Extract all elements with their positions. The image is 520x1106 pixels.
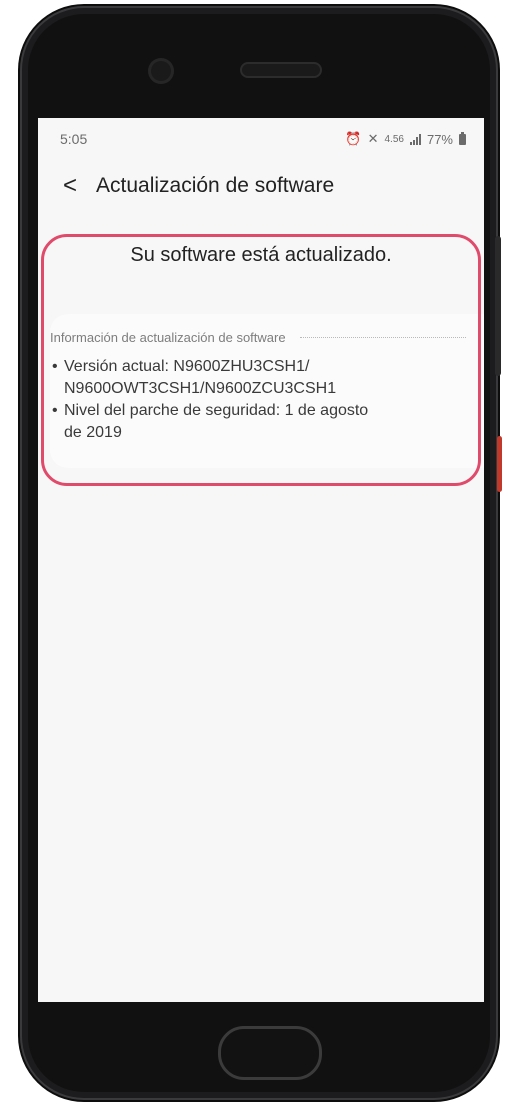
power-button bbox=[497, 436, 502, 492]
lte-icon: 4.56 bbox=[384, 133, 404, 145]
page-title: Actualización de software bbox=[96, 174, 335, 197]
earpiece-speaker bbox=[240, 62, 322, 78]
volume-button bbox=[495, 236, 501, 376]
signal-icon bbox=[409, 133, 421, 145]
battery-icon bbox=[459, 131, 466, 145]
status-time: 5:05 bbox=[60, 131, 88, 147]
screen: 5:05 ⏰ ✕ 4.56 77% < Actualización de sof… bbox=[38, 118, 484, 1002]
battery-percent: 77% bbox=[426, 131, 453, 147]
front-camera bbox=[148, 58, 174, 84]
mute-icon: ✕ bbox=[367, 131, 379, 146]
app-header: < Actualización de software bbox=[38, 168, 484, 204]
back-arrow-icon: < bbox=[62, 172, 77, 199]
alarm-icon: ⏰ bbox=[345, 131, 362, 146]
highlight-box bbox=[41, 234, 481, 486]
back-button[interactable]: < bbox=[50, 168, 90, 204]
status-icons: ⏰ ✕ 4.56 77% bbox=[345, 131, 466, 147]
status-bar: 5:05 ⏰ ✕ 4.56 77% bbox=[38, 118, 484, 160]
home-button[interactable] bbox=[218, 1026, 322, 1080]
